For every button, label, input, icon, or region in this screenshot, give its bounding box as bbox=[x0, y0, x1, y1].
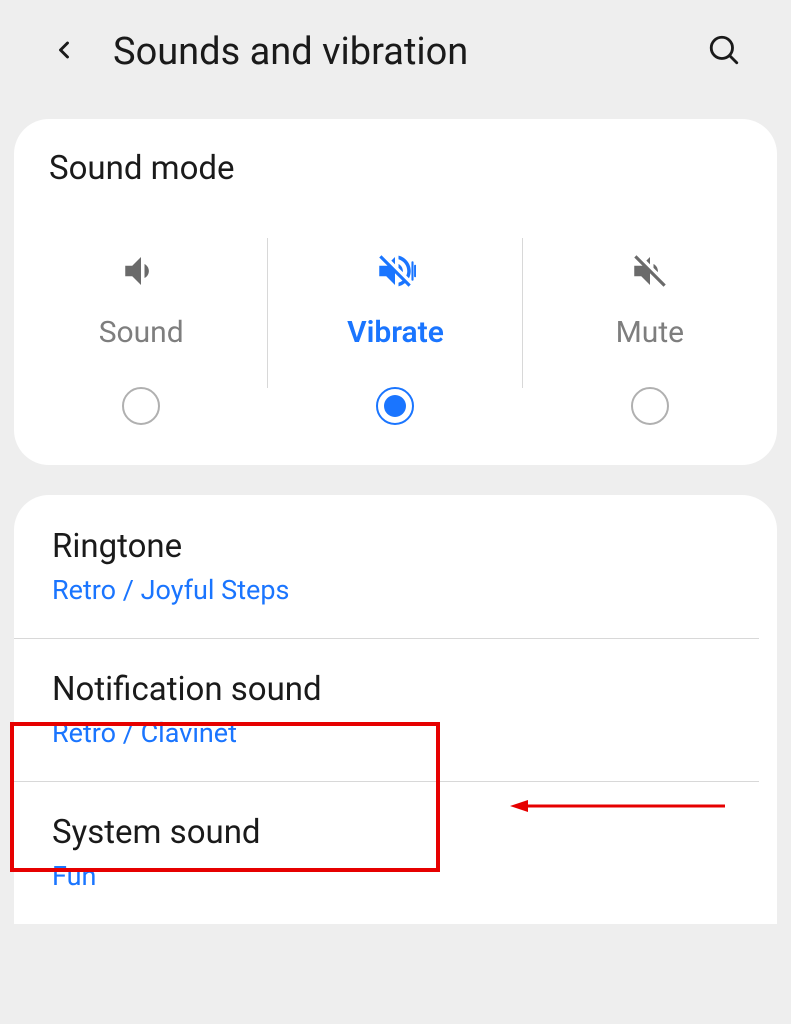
setting-ringtone[interactable]: Ringtone Retro / Joyful Steps bbox=[14, 495, 777, 638]
back-icon[interactable] bbox=[50, 36, 78, 68]
setting-notification-sound[interactable]: Notification sound Retro / Clavinet bbox=[14, 638, 777, 781]
sound-settings-card: Ringtone Retro / Joyful Steps Notificati… bbox=[14, 495, 777, 924]
system-sound-label: System sound bbox=[52, 813, 739, 852]
radio-inner-icon bbox=[384, 395, 406, 417]
sound-mode-option-vibrate[interactable]: Vibrate bbox=[268, 238, 522, 435]
sound-mode-card: Sound mode Sound Vibrate bbox=[14, 119, 777, 465]
search-icon[interactable] bbox=[707, 33, 741, 71]
ringtone-value: Retro / Joyful Steps bbox=[52, 574, 739, 606]
radio-sound[interactable] bbox=[122, 387, 160, 425]
vibrate-icon bbox=[374, 248, 416, 293]
setting-system-sound[interactable]: System sound Fun bbox=[14, 781, 777, 924]
notification-sound-label: Notification sound bbox=[52, 670, 739, 709]
notification-sound-value: Retro / Clavinet bbox=[52, 717, 739, 749]
vibrate-mode-label: Vibrate bbox=[347, 315, 444, 350]
page-title: Sounds and vibration bbox=[113, 30, 672, 74]
radio-mute[interactable] bbox=[631, 387, 669, 425]
radio-vibrate[interactable] bbox=[376, 387, 414, 425]
sound-icon bbox=[120, 248, 162, 293]
sound-mode-title: Sound mode bbox=[14, 149, 777, 208]
ringtone-label: Ringtone bbox=[52, 527, 739, 566]
header: Sounds and vibration bbox=[0, 0, 791, 104]
mute-icon bbox=[629, 248, 671, 293]
sound-mode-option-mute[interactable]: Mute bbox=[523, 238, 777, 435]
mute-mode-label: Mute bbox=[616, 315, 684, 350]
sound-mode-option-sound[interactable]: Sound bbox=[14, 238, 268, 435]
sound-mode-grid: Sound Vibrate Mute bbox=[14, 238, 777, 435]
system-sound-value: Fun bbox=[52, 860, 739, 892]
sound-mode-label: Sound bbox=[99, 315, 184, 350]
